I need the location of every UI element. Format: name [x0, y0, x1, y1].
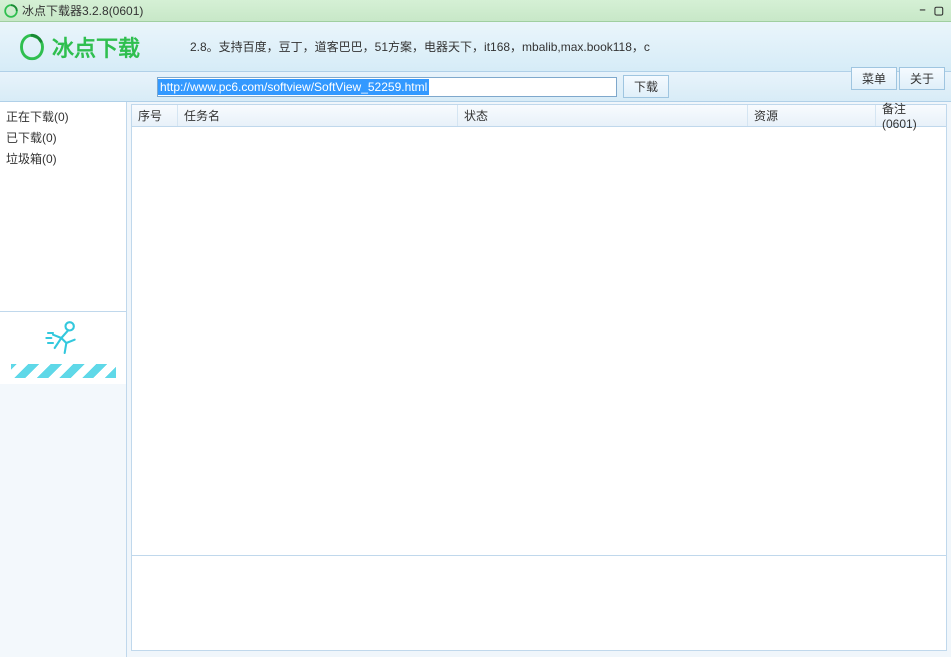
table-header: 序号 任务名 状态 资源 备注(0601) [132, 105, 946, 127]
download-button[interactable]: 下载 [623, 75, 669, 98]
sidebar-empty [0, 384, 126, 657]
column-source[interactable]: 资源 [748, 105, 876, 126]
about-button[interactable]: 关于 [899, 67, 945, 90]
sidebar-list: 正在下载(0) 已下载(0) 垃圾箱(0) [0, 102, 126, 312]
sidebar-animation [0, 312, 126, 384]
sidebar-item-label: 已下载(0) [6, 131, 57, 145]
sidebar-item-downloaded[interactable]: 已下载(0) [6, 127, 120, 148]
table-body [132, 127, 946, 555]
toolbar: http://www.pc6.com/softview/SoftView_522… [0, 72, 951, 102]
logo-text: 冰点下载 [52, 31, 140, 63]
content-area: 序号 任务名 状态 资源 备注(0601) [127, 102, 951, 657]
url-input[interactable]: http://www.pc6.com/softview/SoftView_522… [157, 77, 617, 97]
app-icon [4, 4, 18, 18]
progress-stripes-icon [11, 364, 116, 378]
column-task[interactable]: 任务名 [178, 105, 458, 126]
sidebar-item-label: 正在下载(0) [6, 110, 69, 124]
window-title: 冰点下载器3.2.8(0601) [22, 2, 916, 19]
bottom-panel [131, 556, 947, 651]
maximize-button[interactable]: ▢ [931, 4, 947, 17]
logo-icon [18, 33, 46, 61]
runner-icon [43, 318, 83, 358]
task-table: 序号 任务名 状态 资源 备注(0601) [131, 104, 947, 556]
column-seq[interactable]: 序号 [132, 105, 178, 126]
main-area: 正在下载(0) 已下载(0) 垃圾箱(0) [0, 102, 951, 657]
column-status[interactable]: 状态 [458, 105, 748, 126]
sidebar-item-trash[interactable]: 垃圾箱(0) [6, 148, 120, 169]
minimize-button[interactable]: – [916, 4, 928, 17]
title-bar: 冰点下载器3.2.8(0601) – ▢ [0, 0, 951, 22]
sidebar-item-label: 垃圾箱(0) [6, 152, 57, 166]
header: 冰点下载 2.8。支持百度，豆丁，道客巴巴，51方案，电器天下，it168，mb… [0, 22, 951, 72]
logo-area: 冰点下载 [0, 31, 165, 63]
sidebar: 正在下载(0) 已下载(0) 垃圾箱(0) [0, 102, 127, 657]
header-description: 2.8。支持百度，豆丁，道客巴巴，51方案，电器天下，it168，mbalib,… [190, 38, 650, 55]
sidebar-item-downloading[interactable]: 正在下载(0) [6, 106, 120, 127]
column-remark[interactable]: 备注(0601) [876, 105, 946, 126]
menu-button[interactable]: 菜单 [851, 67, 897, 90]
